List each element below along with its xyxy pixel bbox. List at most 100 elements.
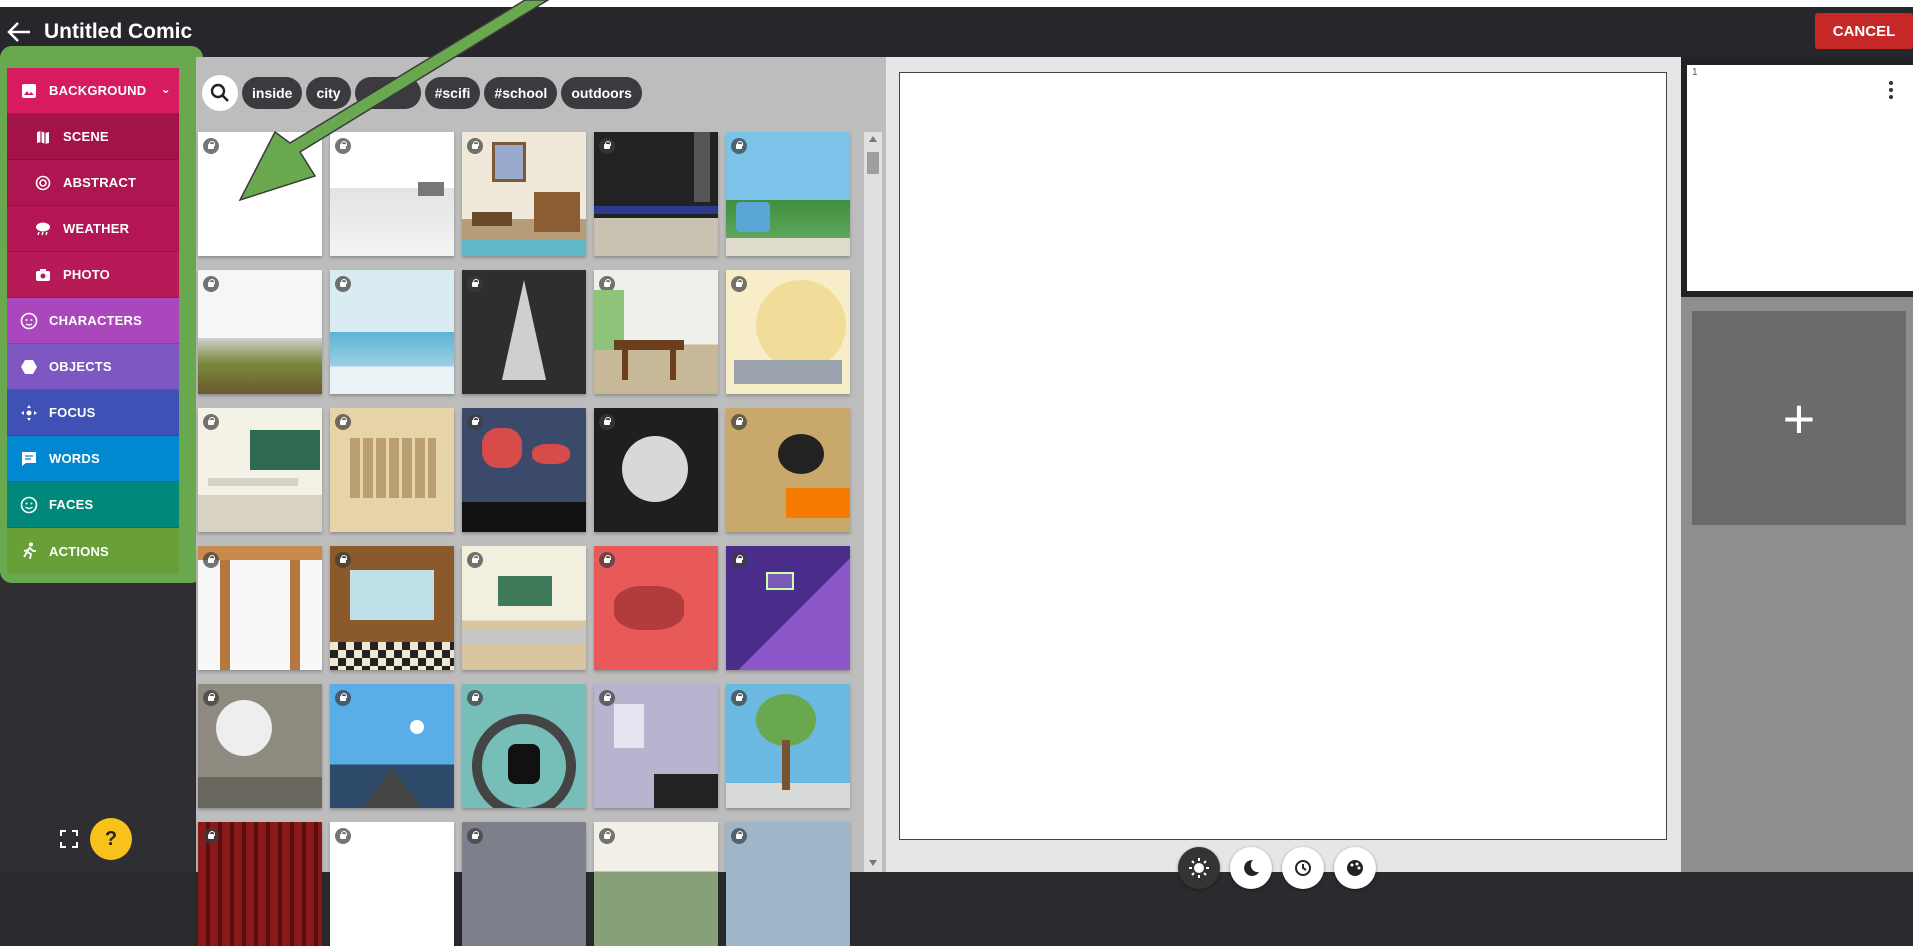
- menu-item-scene[interactable]: SCENE: [7, 114, 179, 160]
- background-gallery: inside city #scifi #school outdoors: [196, 57, 886, 946]
- top-bar: Untitled Comic CANCEL: [0, 7, 1913, 57]
- background-thumbnail[interactable]: [594, 822, 718, 946]
- background-thumbnail[interactable]: [198, 132, 322, 256]
- camera-icon: [33, 265, 53, 285]
- background-thumbnail[interactable]: [330, 822, 454, 946]
- gallery-scrollbar[interactable]: [864, 132, 882, 872]
- panel-thumbnail[interactable]: 1: [1687, 65, 1913, 291]
- back-arrow-icon[interactable]: [6, 19, 32, 45]
- lock-icon: [599, 138, 615, 154]
- background-thumbnail[interactable]: [330, 684, 454, 808]
- lock-icon: [731, 690, 747, 706]
- background-thumbnail[interactable]: [726, 270, 850, 394]
- lock-icon: [731, 138, 747, 154]
- background-thumbnail[interactable]: [198, 822, 322, 946]
- background-thumbnail[interactable]: [726, 408, 850, 532]
- background-thumbnail[interactable]: [462, 822, 586, 946]
- lock-icon: [599, 828, 615, 844]
- menu-item-weather[interactable]: WEATHER: [7, 206, 179, 252]
- tag-chip-scifi[interactable]: #scifi: [424, 77, 481, 109]
- lock-icon: [467, 552, 483, 568]
- menu-item-abstract[interactable]: ABSTRACT: [7, 160, 179, 206]
- face-icon: [19, 311, 39, 331]
- menu-item-label: WEATHER: [63, 221, 130, 236]
- tag-search-bar: inside city #scifi #school outdoors: [202, 75, 646, 111]
- tag-chip-city[interactable]: city: [306, 77, 351, 109]
- history-icon: [1295, 860, 1311, 876]
- tag-chip-outdoors[interactable]: outdoors: [561, 77, 642, 109]
- menu-item-actions[interactable]: ACTIONS: [7, 528, 179, 574]
- lock-icon: [599, 552, 615, 568]
- lock-icon: [335, 828, 351, 844]
- menu-item-label: OBJECTS: [49, 359, 112, 374]
- add-panel-button[interactable]: +: [1692, 311, 1906, 525]
- background-thumbnail[interactable]: [198, 408, 322, 532]
- background-thumbnail[interactable]: [198, 684, 322, 808]
- lock-icon: [335, 138, 351, 154]
- search-button[interactable]: [202, 75, 238, 111]
- background-thumbnail[interactable]: [462, 546, 586, 670]
- background-thumbnail[interactable]: [462, 684, 586, 808]
- scroll-down-icon[interactable]: [869, 860, 877, 866]
- lock-icon: [203, 276, 219, 292]
- background-thumbnail[interactable]: [462, 132, 586, 256]
- scroll-up-icon[interactable]: [869, 136, 877, 142]
- background-thumbnail[interactable]: [594, 270, 718, 394]
- background-thumbnail[interactable]: [462, 270, 586, 394]
- menu-item-faces[interactable]: FACES: [7, 482, 179, 528]
- menu-item-photo[interactable]: PHOTO: [7, 252, 179, 298]
- palette-icon: [1347, 860, 1363, 876]
- history-tool[interactable]: [1282, 847, 1324, 889]
- lock-icon: [467, 828, 483, 844]
- lock-icon: [203, 552, 219, 568]
- comic-panel-canvas[interactable]: [899, 72, 1667, 840]
- fullscreen-icon[interactable]: [58, 828, 80, 850]
- palette-tool[interactable]: [1334, 847, 1376, 889]
- lock-icon: [467, 690, 483, 706]
- menu-item-label: BACKGROUND: [49, 83, 147, 98]
- brightness-tool[interactable]: [1178, 847, 1220, 889]
- menu-item-label: ABSTRACT: [63, 175, 137, 190]
- menu-item-characters[interactable]: CHARACTERS: [7, 298, 179, 344]
- background-thumbnail[interactable]: [462, 408, 586, 532]
- background-thumbnail[interactable]: [330, 408, 454, 532]
- lock-icon: [467, 276, 483, 292]
- more-options-icon[interactable]: [1889, 81, 1893, 99]
- background-thumbnail[interactable]: [330, 270, 454, 394]
- menu-item-focus[interactable]: FOCUS: [7, 390, 179, 436]
- background-thumbnail[interactable]: [198, 546, 322, 670]
- background-thumbnail[interactable]: [198, 270, 322, 394]
- background-thumbnail[interactable]: [726, 684, 850, 808]
- background-thumbnail[interactable]: [594, 408, 718, 532]
- smiley-icon: [19, 495, 39, 515]
- tag-chip-school[interactable]: #school: [484, 77, 558, 109]
- lock-icon: [467, 414, 483, 430]
- night-tool[interactable]: [1230, 847, 1272, 889]
- menu-item-words[interactable]: WORDS: [7, 436, 179, 482]
- background-thumbnail[interactable]: [594, 132, 718, 256]
- menu-item-background[interactable]: BACKGROUND ⌄: [7, 68, 179, 114]
- background-thumbnail[interactable]: [726, 822, 850, 946]
- lock-icon: [731, 552, 747, 568]
- lock-icon: [335, 414, 351, 430]
- panel-list: 1 +: [1681, 57, 1913, 872]
- comic-title[interactable]: Untitled Comic: [44, 20, 192, 44]
- background-thumbnail[interactable]: [594, 546, 718, 670]
- tag-chip-hidden[interactable]: [354, 77, 421, 109]
- menu-item-label: CHARACTERS: [49, 313, 142, 328]
- background-thumbnail[interactable]: [726, 546, 850, 670]
- cancel-button[interactable]: CANCEL: [1815, 13, 1913, 49]
- background-thumbnail[interactable]: [594, 684, 718, 808]
- weather-icon: [33, 219, 53, 239]
- tag-chip-inside[interactable]: inside: [242, 77, 303, 109]
- help-button[interactable]: ?: [90, 818, 132, 860]
- editor-area: [886, 57, 1681, 889]
- scrollbar-thumb[interactable]: [867, 152, 879, 174]
- panel-number: 1: [1692, 67, 1698, 78]
- background-thumbnail[interactable]: [726, 132, 850, 256]
- background-thumbnail[interactable]: [330, 132, 454, 256]
- menu-item-label: FACES: [49, 497, 94, 512]
- background-thumbnail[interactable]: [330, 546, 454, 670]
- lock-icon: [599, 414, 615, 430]
- menu-item-objects[interactable]: OBJECTS: [7, 344, 179, 390]
